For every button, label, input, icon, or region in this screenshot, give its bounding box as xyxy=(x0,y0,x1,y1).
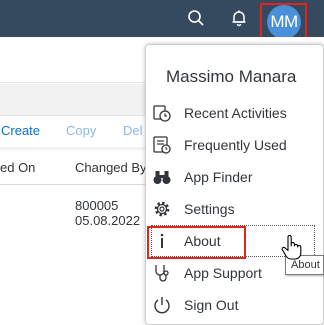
column-header-changed-by[interactable]: Changed By xyxy=(75,160,147,175)
user-menu: Massimo Manara Recent Activities Frequen… xyxy=(145,44,324,325)
search-icon[interactable] xyxy=(184,6,208,30)
menu-item-recent-activities[interactable]: Recent Activities xyxy=(146,97,324,129)
menu-item-sign-out[interactable]: Sign Out xyxy=(146,289,324,321)
menu-item-frequently-used[interactable]: Frequently Used xyxy=(146,129,324,161)
user-name: Massimo Manara xyxy=(166,67,297,86)
frequently-used-icon xyxy=(152,135,172,155)
stethoscope-icon xyxy=(152,263,172,283)
power-icon xyxy=(152,295,172,315)
menu-item-settings[interactable]: Settings xyxy=(146,193,324,225)
menu-item-label: App Support xyxy=(184,265,262,281)
delete-button[interactable]: Del xyxy=(123,123,143,138)
shell-bar: MM xyxy=(0,0,324,47)
menu-item-label: Settings xyxy=(184,201,235,217)
menu-item-label: Frequently Used xyxy=(184,137,287,153)
gear-icon xyxy=(152,199,172,219)
binoculars-icon xyxy=(152,167,172,187)
menu-item-label: Recent Activities xyxy=(184,105,287,121)
bell-icon[interactable] xyxy=(227,6,251,30)
cell-changed-on: 05.08.2022 xyxy=(75,213,141,228)
create-button[interactable]: Create xyxy=(1,123,40,138)
menu-item-app-finder[interactable]: App Finder xyxy=(146,161,324,193)
cell-changed-by: 800005 xyxy=(75,198,119,213)
column-header-created-on[interactable]: ed On xyxy=(0,160,35,175)
avatar[interactable]: MM xyxy=(267,5,301,39)
recent-activities-icon xyxy=(152,103,172,123)
hand-cursor-icon xyxy=(281,234,303,266)
about-highlight xyxy=(147,226,246,259)
menu-item-label: App Finder xyxy=(184,169,253,185)
menu-item-label: Sign Out xyxy=(184,297,239,313)
copy-button[interactable]: Copy xyxy=(66,123,96,138)
